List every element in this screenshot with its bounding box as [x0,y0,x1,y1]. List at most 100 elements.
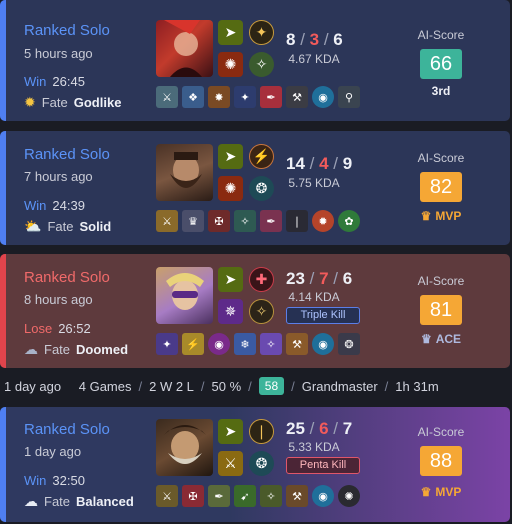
rune-keystone-icon[interactable]: ✦ [249,20,274,45]
spell-smite-icon[interactable]: ⚔ [218,451,243,476]
item-row: ✦ ⚡ ◉ ❄ ✧ ⚒ ◉ ❂ [156,333,360,355]
result-label: Win [24,473,47,488]
item-icon[interactable]: ⚔ [156,485,178,507]
spell-ignite-icon[interactable]: ✺ [218,176,243,201]
match-result: Win 24:39 [24,198,85,213]
item-icon[interactable]: ❘ [286,210,308,232]
sun-icon: ✹ [24,94,36,110]
badge-label: MVP [435,209,462,223]
queue-mode: Ranked Solo [24,22,110,39]
champion-icon [170,152,202,188]
item-icon[interactable]: ◉ [312,485,334,507]
item-icon[interactable]: ✺ [338,485,360,507]
badge-label: MVP [435,485,462,499]
item-row: ⚔ ❖ ✸ ✦ ✒ ⚒ ◉ ⚲ [156,86,360,108]
match-card-4[interactable]: Ranked Solo 1 day ago Win 32:50 ☁ Fate Bal… [0,407,510,522]
ai-score-value: 88 [420,446,462,476]
item-icon[interactable]: ⚒ [286,86,308,108]
match-duration: 24:39 [52,198,85,213]
item-icon[interactable]: ✧ [234,210,256,232]
match-card-1[interactable]: Ranked Solo 5 hours ago Win 26:45 ✹ Fate G… [0,0,510,121]
match-result: Lose 26:52 [24,321,91,336]
spell-flash-icon[interactable]: ➤ [218,267,243,292]
item-icon[interactable]: ✦ [156,333,178,355]
crown-icon: ♛ [420,332,432,346]
ai-score-value: 81 [420,295,462,325]
item-icon[interactable]: ❂ [338,333,360,355]
item-icon[interactable]: ◉ [208,333,230,355]
champion-portrait[interactable] [156,267,213,324]
item-icon[interactable]: ❖ [182,86,204,108]
ai-score-label: AI-Score [417,28,465,42]
fate-line: ⛅ Fate Solid [24,218,111,235]
item-icon[interactable]: ◉ [312,333,334,355]
rune-secondary-icon[interactable]: ✧ [249,52,274,77]
mvp-badge: ♛ MVP [408,209,474,223]
rune-secondary-icon[interactable]: ✧ [249,299,274,324]
champion-icon [164,20,202,77]
queue-mode: Ranked Solo [24,421,110,438]
spell-ignite-icon[interactable]: ✺ [218,52,243,77]
item-icon[interactable]: ✒ [260,86,282,108]
champion-portrait[interactable] [156,20,213,77]
fate-line: ☁ Fate Balanced [24,493,134,510]
storm-cloud-icon: ☁ [24,341,38,357]
rune-keystone-icon[interactable]: ❘ [249,419,274,444]
item-icon[interactable]: ⚔ [156,86,178,108]
kda-line: 8 / 3 / 6 [286,30,343,49]
deaths: 4 [319,154,329,173]
item-icon[interactable]: ⚡ [182,333,204,355]
time-ago: 8 hours ago [24,292,93,307]
item-icon[interactable]: ➹ [234,485,256,507]
multikill-badge: Triple Kill [286,307,360,324]
match-card-2[interactable]: Ranked Solo 7 hours ago Win 24:39 ⛅ Fate S… [0,131,510,245]
item-icon[interactable]: ✒ [208,485,230,507]
item-icon[interactable]: ✧ [260,485,282,507]
spell-flash-icon[interactable]: ➤ [218,144,243,169]
item-icon[interactable]: ❄ [234,333,256,355]
deaths: 6 [319,419,329,438]
item-icon[interactable]: ✦ [234,86,256,108]
item-icon[interactable]: ✠ [208,210,230,232]
item-icon[interactable]: ⚲ [338,86,360,108]
item-icon[interactable]: ✠ [182,485,204,507]
spell-exhaust-icon[interactable]: ✵ [218,299,243,324]
item-icon[interactable]: ✹ [312,210,334,232]
champion-portrait[interactable] [156,144,213,201]
item-icon[interactable]: ✸ [208,86,230,108]
kills: 14 [286,154,305,173]
result-label: Win [24,198,47,213]
session-summary: 1 day ago / 4 Games / 2 W 2 L / 50 % / 5… [4,377,439,395]
item-icon[interactable]: ◉ [312,86,334,108]
rune-secondary-icon[interactable]: ❂ [249,176,274,201]
item-icon[interactable]: ✿ [338,210,360,232]
time-ago: 7 hours ago [24,169,93,184]
item-icon[interactable]: ✒ [260,210,282,232]
spell-flash-icon[interactable]: ➤ [218,419,243,444]
rune-secondary-icon[interactable]: ❂ [249,451,274,476]
ai-score-label: AI-Score [417,425,465,439]
fate-prefix: Fate [41,95,68,110]
item-icon[interactable]: ⚔ [156,210,178,232]
item-icon[interactable]: ⚒ [286,485,308,507]
kda-line: 25 / 6 / 7 [286,419,353,438]
spell-flash-icon[interactable]: ➤ [218,20,243,45]
ai-score-value: 66 [420,49,462,79]
time-ago: 5 hours ago [24,46,93,61]
deaths: 7 [319,269,329,288]
rune-keystone-icon[interactable]: ✚ [249,267,274,292]
badge-label: ACE [435,332,462,346]
kda-ratio: 5.33 KDA [288,440,340,454]
kda-line: 14 / 4 / 9 [286,154,353,173]
win-stripe [0,131,6,245]
match-card-3[interactable]: Ranked Solo 8 hours ago Lose 26:52 ☁ Fate… [0,254,510,368]
champion-portrait[interactable] [156,419,213,476]
rune-keystone-icon[interactable]: ⚡ [249,144,274,169]
result-label: Lose [24,321,53,336]
summary-games: 4 Games [78,378,132,394]
fate-prefix: Fate [47,219,74,234]
item-icon[interactable]: ⚒ [286,333,308,355]
fate-value: Balanced [76,494,134,509]
item-icon[interactable]: ♛ [182,210,204,232]
item-icon[interactable]: ✧ [260,333,282,355]
